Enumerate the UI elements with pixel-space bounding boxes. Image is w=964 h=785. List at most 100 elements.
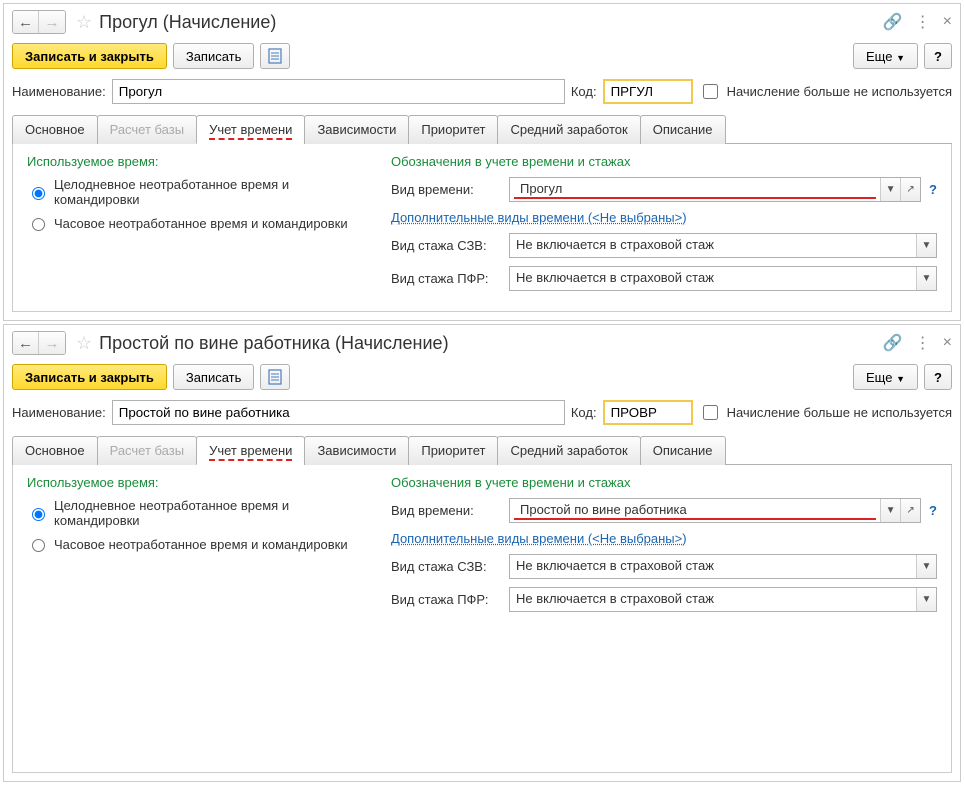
vid-vremeni-select[interactable]: Простой по вине работника ▼ ↗ <box>509 498 921 523</box>
radio-daily[interactable]: Целодневное неотработанное время и коман… <box>27 177 367 207</box>
nav-group: ← → <box>12 331 66 355</box>
toolbar: Записать и закрыть Записать Еще ▼ ? <box>4 361 960 398</box>
tab-uchet-vremeni[interactable]: Учет времени <box>196 115 305 144</box>
tab-sredniy-zarabotok[interactable]: Средний заработок <box>497 436 640 465</box>
vid-vremeni-select[interactable]: Прогул ▼ ↗ <box>509 177 921 202</box>
not-used-label: Начисление больше не используется <box>727 84 952 99</box>
titlebar: ← → ☆ Простой по вине работника (Начисле… <box>4 325 960 361</box>
name-row: Наименование: Код: Начисление больше не … <box>4 398 960 435</box>
forward-button[interactable]: → <box>39 11 65 33</box>
chevron-down-icon: ▼ <box>896 53 905 63</box>
window-prostoy: ← → ☆ Простой по вине работника (Начисле… <box>3 324 961 782</box>
help-button[interactable]: ? <box>924 43 952 69</box>
tab-raschet-bazy[interactable]: Расчет базы <box>97 436 198 465</box>
tab-prioritet[interactable]: Приоритет <box>408 115 498 144</box>
tab-zavisimosti[interactable]: Зависимости <box>304 115 409 144</box>
name-row: Наименование: Код: Начисление больше не … <box>4 77 960 114</box>
favorite-star-icon[interactable]: ☆ <box>76 333 92 354</box>
staj-pfr-label: Вид стажа ПФР: <box>391 592 501 607</box>
back-button[interactable]: ← <box>13 332 39 354</box>
tab-sredniy-zarabotok[interactable]: Средний заработок <box>497 115 640 144</box>
kebab-menu-icon[interactable]: ⋮ <box>915 12 931 32</box>
chevron-down-icon[interactable]: ▼ <box>880 499 900 522</box>
code-input[interactable] <box>603 400 693 425</box>
radio-hourly[interactable]: Часовое неотработанное время и командиро… <box>27 215 367 231</box>
tab-body: Используемое время: Целодневное неотрабо… <box>12 465 952 773</box>
name-label: Наименование: <box>12 84 106 99</box>
tab-raschet-bazy[interactable]: Расчет базы <box>97 115 198 144</box>
designations-header: Обозначения в учете времени и стажах <box>391 154 937 169</box>
staj-szv-label: Вид стажа СЗВ: <box>391 238 501 253</box>
radio-hourly[interactable]: Часовое неотработанное время и командиро… <box>27 536 367 552</box>
forward-button[interactable]: → <box>39 332 65 354</box>
staj-szv-select[interactable]: Не включается в страховой стаж ▼ <box>509 233 937 258</box>
tab-opisanie[interactable]: Описание <box>640 436 726 465</box>
help-button[interactable]: ? <box>924 364 952 390</box>
chevron-down-icon[interactable]: ▼ <box>880 178 900 201</box>
tab-uchet-vremeni[interactable]: Учет времени <box>196 436 305 465</box>
staj-pfr-select[interactable]: Не включается в страховой стаж ▼ <box>509 266 937 291</box>
tab-prioritet[interactable]: Приоритет <box>408 436 498 465</box>
tab-body: Используемое время: Целодневное неотрабо… <box>12 144 952 312</box>
chevron-down-icon: ▼ <box>896 374 905 384</box>
staj-szv-label: Вид стажа СЗВ: <box>391 559 501 574</box>
kebab-menu-icon[interactable]: ⋮ <box>915 333 931 353</box>
open-ref-icon[interactable]: ↗ <box>900 178 920 201</box>
code-label: Код: <box>571 84 597 99</box>
used-time-header: Используемое время: <box>27 154 367 169</box>
code-input[interactable] <box>603 79 693 104</box>
staj-pfr-label: Вид стажа ПФР: <box>391 271 501 286</box>
close-icon[interactable]: × <box>943 13 952 31</box>
document-button[interactable] <box>260 364 290 390</box>
name-label: Наименование: <box>12 405 106 420</box>
chevron-down-icon[interactable]: ▼ <box>916 234 936 257</box>
document-icon <box>268 369 282 385</box>
save-button[interactable]: Записать <box>173 364 255 390</box>
name-input[interactable] <box>112 79 565 104</box>
tabs: Основное Расчет базы Учет времени Зависи… <box>12 114 952 144</box>
window-progul: ← → ☆ Прогул (Начисление) 🔗 ⋮ × Записать… <box>3 3 961 321</box>
field-help-icon[interactable]: ? <box>929 503 937 518</box>
tab-opisanie[interactable]: Описание <box>640 115 726 144</box>
tab-zavisimosti[interactable]: Зависимости <box>304 436 409 465</box>
save-button[interactable]: Записать <box>173 43 255 69</box>
extra-types-link[interactable]: Дополнительные виды времени (<Не выбраны… <box>391 531 687 546</box>
titlebar: ← → ☆ Прогул (Начисление) 🔗 ⋮ × <box>4 4 960 40</box>
tab-osnovnoe[interactable]: Основное <box>12 436 98 465</box>
window-title: Прогул (Начисление) <box>99 12 276 33</box>
nav-group: ← → <box>12 10 66 34</box>
code-label: Код: <box>571 405 597 420</box>
close-icon[interactable]: × <box>943 334 952 352</box>
favorite-star-icon[interactable]: ☆ <box>76 12 92 33</box>
not-used-checkbox[interactable] <box>703 84 718 99</box>
not-used-checkbox[interactable] <box>703 405 718 420</box>
document-button[interactable] <box>260 43 290 69</box>
field-help-icon[interactable]: ? <box>929 182 937 197</box>
link-icon[interactable]: 🔗 <box>883 333 903 353</box>
link-icon[interactable]: 🔗 <box>883 12 903 32</box>
tab-osnovnoe[interactable]: Основное <box>12 115 98 144</box>
chevron-down-icon[interactable]: ▼ <box>916 267 936 290</box>
document-icon <box>268 48 282 64</box>
chevron-down-icon[interactable]: ▼ <box>916 555 936 578</box>
more-button[interactable]: Еще ▼ <box>853 364 918 390</box>
vid-vremeni-label: Вид времени: <box>391 182 501 197</box>
save-close-button[interactable]: Записать и закрыть <box>12 364 167 390</box>
radio-daily[interactable]: Целодневное неотработанное время и коман… <box>27 498 367 528</box>
name-input[interactable] <box>112 400 565 425</box>
tabs: Основное Расчет базы Учет времени Зависи… <box>12 435 952 465</box>
toolbar: Записать и закрыть Записать Еще ▼ ? <box>4 40 960 77</box>
chevron-down-icon[interactable]: ▼ <box>916 588 936 611</box>
used-time-header: Используемое время: <box>27 475 367 490</box>
vid-vremeni-label: Вид времени: <box>391 503 501 518</box>
staj-pfr-select[interactable]: Не включается в страховой стаж ▼ <box>509 587 937 612</box>
designations-header: Обозначения в учете времени и стажах <box>391 475 937 490</box>
more-button[interactable]: Еще ▼ <box>853 43 918 69</box>
window-title: Простой по вине работника (Начисление) <box>99 333 448 354</box>
staj-szv-select[interactable]: Не включается в страховой стаж ▼ <box>509 554 937 579</box>
save-close-button[interactable]: Записать и закрыть <box>12 43 167 69</box>
extra-types-link[interactable]: Дополнительные виды времени (<Не выбраны… <box>391 210 687 225</box>
open-ref-icon[interactable]: ↗ <box>900 499 920 522</box>
not-used-label: Начисление больше не используется <box>727 405 952 420</box>
back-button[interactable]: ← <box>13 11 39 33</box>
